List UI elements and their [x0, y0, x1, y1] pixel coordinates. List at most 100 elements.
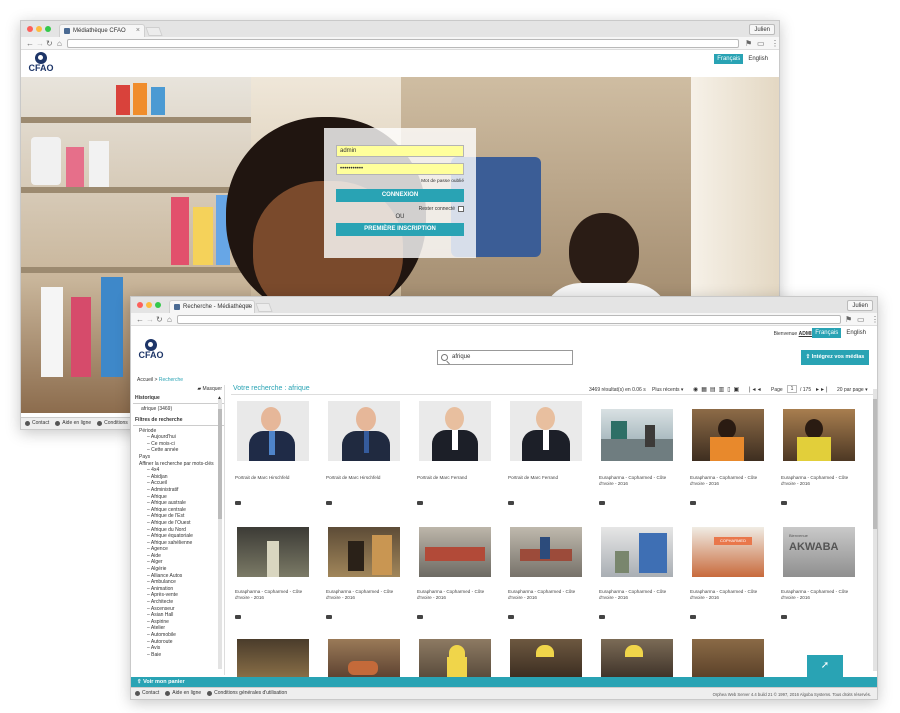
minimize-dot[interactable] [146, 302, 152, 308]
result-card[interactable]: Eurapharma - Copharmed - Côte d'Ivoire -… [595, 527, 680, 637]
filter-item[interactable]: – Cette année [139, 447, 224, 454]
password-input[interactable]: ••••••••••• [336, 163, 464, 175]
filter-item[interactable]: – Asian Hall [139, 612, 224, 619]
profile-button[interactable]: Julien [749, 24, 775, 35]
lang-en[interactable]: English [745, 54, 771, 64]
first-prev-icons[interactable]: |◂◂ [749, 386, 763, 393]
filter-item[interactable]: – Aspirine [139, 619, 224, 626]
sort-select[interactable]: Plus récents ▾ [652, 387, 683, 393]
result-thumbnail[interactable] [692, 409, 764, 461]
result-card[interactable] [231, 639, 316, 679]
history-header[interactable]: Historique ▲ [133, 393, 224, 404]
filter-item[interactable]: – Accueil [139, 480, 224, 487]
result-card[interactable]: Eurapharma - Copharmed - Côte d'Ivoire -… [322, 527, 407, 637]
result-card[interactable] [504, 639, 589, 679]
breadcrumb-home[interactable]: Accueil [137, 377, 153, 383]
filter-item[interactable]: – Avis [139, 645, 224, 652]
scroll-top-button[interactable]: ➚ [807, 655, 843, 677]
bookmark-icon[interactable]: ⚑ [745, 38, 752, 49]
cfao-logo[interactable]: CFAO [25, 52, 57, 73]
result-thumbnail[interactable] [237, 527, 309, 577]
result-card[interactable]: Eurapharma - Copharmed - Côte d'Ivoire -… [504, 527, 589, 637]
close-dot[interactable] [137, 302, 143, 308]
filter-item[interactable]: – Alliance Autos [139, 573, 224, 580]
filter-item[interactable]: – Ambulance [139, 579, 224, 586]
browser-tab[interactable]: Médiathèque CFAO × [59, 24, 145, 37]
address-bar[interactable] [67, 39, 739, 48]
filter-item[interactable]: – Ce mois-ci [139, 441, 224, 448]
forgot-password-link[interactable]: Mot de passe oublié [421, 179, 464, 184]
next-last-icons[interactable]: ▸▸| [816, 386, 830, 393]
forward-icon[interactable]: → [146, 314, 154, 325]
filter-item[interactable]: – Alger [139, 559, 224, 566]
filter-item[interactable]: – Algérie [139, 566, 224, 573]
result-thumbnail[interactable] [237, 401, 309, 461]
lang-fr[interactable]: Français [714, 54, 744, 64]
result-thumbnail[interactable] [419, 527, 491, 577]
footer-terms[interactable]: Conditions [97, 418, 128, 429]
tab-close-icon[interactable]: × [246, 301, 250, 313]
result-card[interactable]: Bienvenue AKWABA Eurapharma - Copharmed … [777, 527, 862, 637]
cfao-logo[interactable]: CFAO [135, 339, 167, 360]
result-thumbnail[interactable] [601, 527, 673, 577]
integrate-media-button[interactable]: ⇪ Intégrez vos médias [801, 350, 869, 365]
new-tab-button[interactable] [145, 27, 163, 36]
lang-en[interactable]: English [843, 328, 869, 338]
footer-help[interactable]: Aide en ligne [165, 688, 201, 699]
cast-icon[interactable]: ▭ [857, 314, 865, 325]
home-icon[interactable]: ⌂ [167, 314, 172, 325]
filter-item[interactable]: – Baie [139, 652, 224, 659]
result-card[interactable] [322, 639, 407, 679]
forward-icon[interactable]: → [36, 38, 44, 49]
filter-item[interactable]: – Aujourd'hui [139, 434, 224, 441]
result-thumbnail[interactable] [328, 527, 400, 577]
result-thumbnail[interactable] [783, 409, 855, 461]
result-card[interactable]: Eurapharma - Copharmed - Côte d'Ivoire -… [777, 401, 862, 511]
menu-icon[interactable]: ⋮ [871, 314, 877, 325]
result-thumbnail[interactable] [510, 639, 582, 679]
filter-item[interactable]: – Architecte [139, 599, 224, 606]
page-input[interactable]: 1 [787, 385, 797, 393]
result-card[interactable]: Eurapharma - Copharmed - Côte d'Ivoire -… [686, 401, 771, 511]
result-thumbnail[interactable] [419, 639, 491, 679]
filter-item[interactable]: – Atelier [139, 625, 224, 632]
footer-contact[interactable]: Contact [25, 418, 49, 429]
profile-button[interactable]: Julien [847, 300, 873, 311]
maximize-dot[interactable] [45, 26, 51, 32]
filter-item[interactable]: – Afrique [139, 494, 224, 501]
maximize-dot[interactable] [155, 302, 161, 308]
reload-icon[interactable]: ↻ [156, 314, 163, 325]
filter-item[interactable]: – Agence [139, 546, 224, 553]
first-signup-button[interactable]: PREMIÈRE INSCRIPTION [336, 223, 464, 236]
results-scrollbar[interactable] [873, 389, 877, 671]
basket-bar[interactable]: ⇧ Voir mon panier [131, 677, 877, 687]
filter-item[interactable]: – Aide [139, 553, 224, 560]
username-input[interactable]: admin [336, 145, 464, 157]
footer-help[interactable]: Aide en ligne [55, 418, 91, 429]
search-input[interactable]: afrique [437, 350, 573, 365]
result-card[interactable]: Portrait de Marc Ferrand [504, 401, 589, 511]
filter-item[interactable]: – Afrique du Nord [139, 527, 224, 534]
menu-icon[interactable]: ⋮ [771, 38, 779, 49]
result-card[interactable] [413, 639, 498, 679]
result-thumbnail[interactable] [692, 639, 764, 679]
filter-item[interactable]: – Afrique centrale [139, 507, 224, 514]
filter-item[interactable]: – Animation [139, 586, 224, 593]
browser-tab[interactable]: Recherche - Médiathèque CFA × [169, 300, 255, 322]
filter-item[interactable]: – Afrique sahélienne [139, 540, 224, 547]
back-icon[interactable]: ← [26, 38, 34, 49]
result-card[interactable]: Portrait de Marc Ferrand [413, 401, 498, 511]
result-card[interactable]: Eurapharma - Copharmed - Côte d'Ivoire -… [595, 401, 680, 511]
result-card[interactable]: Portrait de Marc Hirschfeld [231, 401, 316, 511]
sidebar-scrollbar[interactable] [218, 399, 222, 669]
history-item[interactable]: afrique (3469) [133, 404, 224, 415]
home-icon[interactable]: ⌂ [57, 38, 62, 49]
address-bar[interactable] [177, 315, 841, 324]
filter-item[interactable]: – 4x4 [139, 467, 224, 474]
filter-item[interactable]: – Afrique de l'Est [139, 513, 224, 520]
filter-item[interactable]: – Autoroute [139, 639, 224, 646]
filter-item[interactable]: – Automobile [139, 632, 224, 639]
close-dot[interactable] [27, 26, 33, 32]
cast-icon[interactable]: ▭ [757, 38, 765, 49]
result-thumbnail[interactable] [328, 401, 400, 461]
